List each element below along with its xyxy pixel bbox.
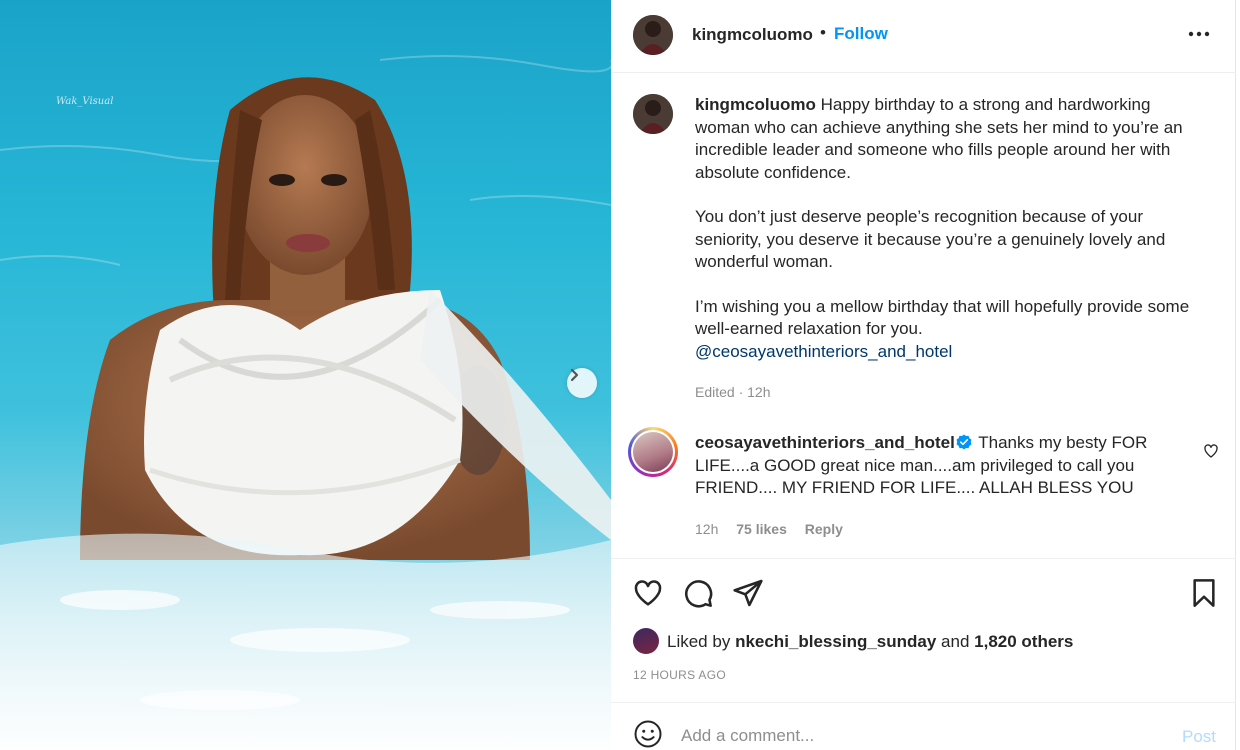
- post-caption: kingmcoluomo Happy birthday to a strong …: [695, 94, 1205, 363]
- post-timestamp[interactable]: 12 HOURS AGO: [633, 668, 726, 682]
- save-button[interactable]: [1188, 577, 1220, 609]
- reply-button[interactable]: Reply: [805, 521, 843, 537]
- next-photo-button[interactable]: [567, 368, 597, 398]
- emoji-button[interactable]: [633, 719, 663, 749]
- heart-icon: [1204, 444, 1218, 458]
- comment-age: 12h: [695, 521, 719, 537]
- comment-button[interactable]: [682, 577, 714, 609]
- liked-by-joiner: and: [941, 632, 970, 651]
- emoji-smile-icon: [634, 720, 662, 748]
- liker-avatar: [633, 628, 659, 654]
- bookmark-icon: [1193, 579, 1215, 607]
- separator-dot: •: [820, 23, 826, 42]
- liked-by-others[interactable]: 1,820 others: [974, 632, 1073, 651]
- photo-illustration: [0, 55, 611, 750]
- share-icon: [733, 579, 763, 607]
- more-horizontal-icon: [1188, 31, 1210, 37]
- follow-button[interactable]: Follow: [834, 24, 888, 44]
- comment-meta: 12h 75 likes Reply: [695, 521, 843, 537]
- caption-avatar-image: [633, 94, 673, 134]
- caption-mention-link[interactable]: @ceosayavethinteriors_and_hotel: [695, 342, 952, 361]
- caption-meta: Edited · 12h: [695, 384, 771, 400]
- post-photo[interactable]: Wak_Visual: [0, 0, 611, 750]
- caption-paragraph-2: You don’t just deserve people’s recognit…: [695, 207, 1166, 271]
- liked-by-prefix: Liked by: [667, 632, 731, 651]
- author-avatar-image: [633, 15, 673, 55]
- like-comment-button[interactable]: [1203, 443, 1219, 459]
- author-username[interactable]: kingmcoluomo: [692, 25, 813, 45]
- comment-input[interactable]: [681, 723, 1161, 749]
- verified-badge-icon: [956, 434, 972, 450]
- post-comment-button[interactable]: Post: [1182, 727, 1216, 747]
- add-comment-bar: Post: [611, 702, 1236, 750]
- share-button[interactable]: [732, 577, 764, 609]
- chevron-right-icon: [570, 368, 579, 382]
- comment-likes-count[interactable]: 75 likes: [736, 521, 787, 537]
- caption-author-avatar[interactable]: [633, 94, 673, 134]
- post-header: kingmcoluomo • Follow: [611, 0, 1236, 73]
- comment-icon: [685, 580, 713, 608]
- like-button[interactable]: [632, 577, 664, 609]
- commenter-avatar-story-ring[interactable]: [628, 427, 678, 477]
- commenter-username[interactable]: ceosayavethinteriors_and_hotel: [695, 433, 955, 452]
- commenter-avatar: [633, 432, 673, 472]
- author-avatar[interactable]: [633, 15, 673, 55]
- post-actions-bar: [611, 558, 1236, 618]
- caption-username[interactable]: kingmcoluomo: [695, 95, 816, 114]
- more-options-button[interactable]: [1185, 22, 1213, 46]
- comments-scroll-area[interactable]: kingmcoluomo Happy birthday to a strong …: [611, 74, 1236, 558]
- photo-watermark: Wak_Visual: [56, 96, 114, 107]
- post-detail-panel: kingmcoluomo • Follow kingmcoluomo Happy…: [611, 0, 1236, 750]
- caption-paragraph-3: I’m wishing you a mellow birthday that w…: [695, 296, 1190, 339]
- liked-by-summary[interactable]: Liked by nkechi_blessing_sunday and 1,82…: [633, 628, 1223, 656]
- comment: ceosayavethinteriors_and_hotel Thanks my…: [695, 432, 1195, 500]
- heart-icon: [634, 580, 662, 606]
- liked-by-user[interactable]: nkechi_blessing_sunday: [735, 632, 936, 651]
